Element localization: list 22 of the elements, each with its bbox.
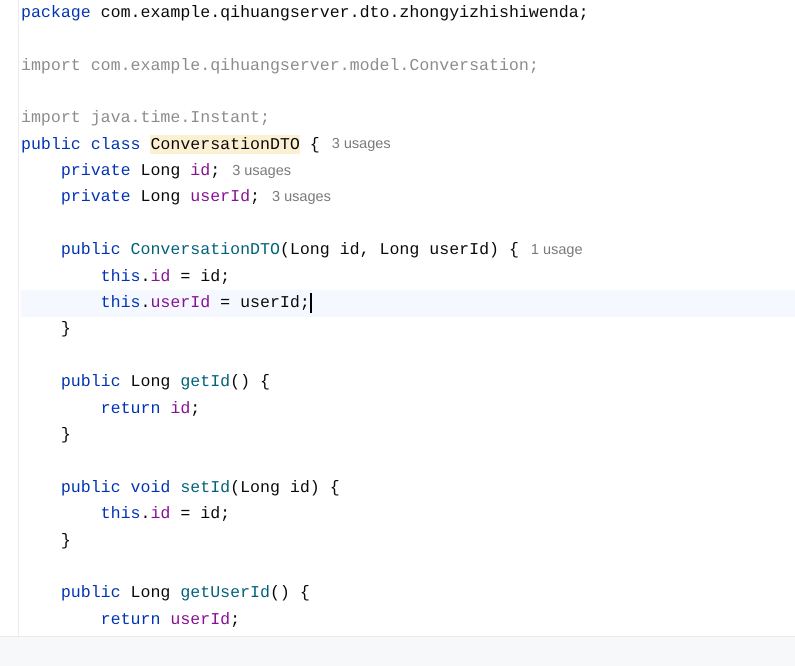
usage-hint[interactable]: 1 usage	[530, 240, 583, 262]
code-line: public ConversationDTO(Long id, Long userId) {	[60, 239, 519, 262]
code-line: import java.time.Instant;	[21, 107, 270, 130]
usage-hint[interactable]: 3 usages	[332, 134, 391, 156]
code-line: return id;	[100, 398, 200, 420]
code-line: private Long id;	[60, 160, 220, 182]
code-line: public void setId(Long id) {	[60, 476, 340, 499]
code-line: public class ConversationDTO {	[21, 134, 320, 156]
code-line: this.id = id;	[100, 266, 230, 288]
code-line: }	[60, 530, 71, 552]
code-line: public Long getId() {	[60, 371, 270, 394]
code-line: this.id = id;	[100, 503, 230, 526]
code-line: return userId;	[100, 608, 240, 631]
code-line: private Long userId;	[60, 186, 260, 208]
code-line: import com.example.qihuangserver.model.Conversation;	[21, 54, 539, 77]
code-line: public Long getUserId() {	[60, 582, 310, 604]
usage-hint[interactable]: 3 usages	[272, 187, 331, 209]
code-line: }	[60, 318, 71, 340]
code-line: package com.example.qihuangserver.dto.zhongyizhishiwenda;	[21, 2, 589, 24]
code-line: this.userId = userId;	[100, 292, 310, 314]
usage-hint[interactable]: 3 usages	[232, 160, 292, 182]
code-line: }	[60, 424, 71, 446]
